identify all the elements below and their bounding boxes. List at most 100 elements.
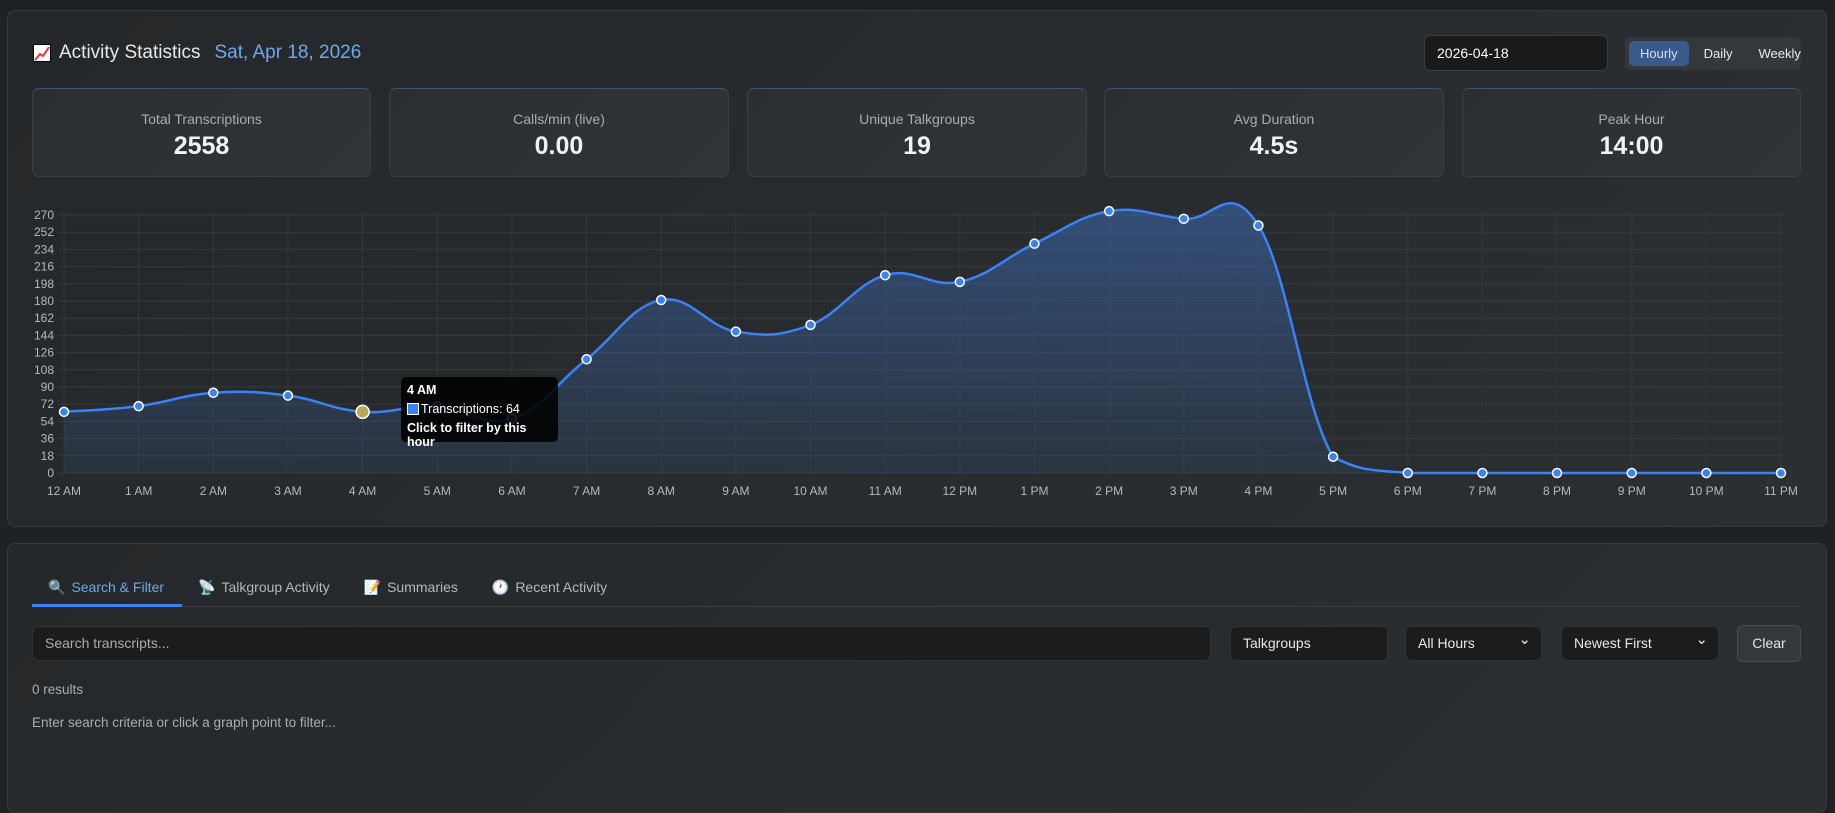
- stat-card-peak: Peak Hour 14:00: [1462, 88, 1801, 177]
- x-tick-label: 2 PM: [1095, 484, 1123, 498]
- x-tick-label: 7 PM: [1468, 484, 1496, 498]
- page-title: Activity Statistics Sat, Apr 18, 2026: [33, 42, 361, 64]
- view-toggle: Hourly Daily Weekly: [1625, 37, 1801, 70]
- data-point[interactable]: [879, 269, 891, 281]
- x-tick-label: 5 AM: [424, 484, 451, 498]
- x-tick-label: 9 PM: [1618, 484, 1646, 498]
- chart-tooltip: 4 AM Transcriptions: 64 Click to filter …: [401, 377, 558, 449]
- stat-value: 0.00: [534, 132, 584, 160]
- search-input[interactable]: Search transcripts...: [32, 626, 1211, 661]
- stat-card-duration: Avg Duration 4.5s: [1104, 88, 1444, 177]
- tab-summaries[interactable]: 📝 Summaries: [348, 575, 476, 607]
- view-daily-button[interactable]: Daily: [1693, 41, 1744, 66]
- data-point[interactable]: [1701, 467, 1712, 479]
- data-point[interactable]: [1103, 205, 1115, 217]
- x-tick-label: 8 PM: [1543, 484, 1571, 498]
- y-tick-label: 270: [34, 208, 54, 222]
- results-count: 0 results: [32, 682, 84, 697]
- stat-card-total: Total Transcriptions 2558: [32, 88, 371, 177]
- y-tick-label: 90: [41, 380, 55, 394]
- y-tick-label: 36: [41, 432, 55, 446]
- selected-date-label: Sat, Apr 18, 2026: [214, 42, 362, 63]
- date-input[interactable]: 2026-04-18: [1424, 35, 1608, 71]
- tab-bar: 🔍 Search & Filter 📡 Talkgroup Activity 📝 Su…: [32, 575, 1801, 607]
- y-tick-label: 144: [34, 328, 54, 342]
- y-tick-label: 180: [34, 294, 54, 308]
- data-point[interactable]: [1626, 467, 1637, 479]
- x-tick-label: 3 AM: [274, 484, 301, 498]
- x-tick-label: 9 AM: [722, 484, 749, 498]
- y-tick-label: 72: [41, 397, 55, 411]
- y-tick-label: 18: [41, 449, 55, 463]
- sort-select[interactable]: Newest First: [1561, 623, 1719, 661]
- x-tick-label: 12 AM: [47, 484, 81, 498]
- tab-search-filter[interactable]: 🔍 Search & Filter: [32, 575, 183, 607]
- hours-select-value: All Hours: [1418, 635, 1475, 651]
- stat-label: Total Transcriptions: [141, 111, 262, 127]
- title-text: Activity Statistics: [59, 42, 201, 63]
- y-tick-label: 0: [47, 466, 54, 480]
- data-point[interactable]: [1551, 467, 1563, 479]
- data-point[interactable]: [581, 354, 592, 365]
- tab-label: Talkgroup Activity: [221, 579, 330, 595]
- data-point[interactable]: [208, 387, 219, 398]
- data-point[interactable]: [655, 294, 667, 306]
- stat-value: 2558: [173, 132, 230, 160]
- x-tick-label: 4 AM: [349, 484, 376, 498]
- clear-button[interactable]: Clear: [1737, 625, 1801, 662]
- tooltip-value: Transcriptions: 64: [421, 402, 520, 416]
- stat-label: Calls/min (live): [513, 111, 605, 127]
- x-tick-label: 11 AM: [869, 484, 902, 498]
- series-area: [64, 203, 1781, 473]
- data-point[interactable]: [282, 390, 294, 401]
- tab-label: Recent Activity: [515, 579, 608, 595]
- x-tick-label: 3 PM: [1170, 484, 1198, 498]
- talkgroups-input[interactable]: Talkgroups: [1230, 626, 1388, 661]
- y-tick-label: 162: [34, 311, 54, 325]
- y-tick-label: 234: [34, 242, 54, 256]
- data-point[interactable]: [133, 400, 144, 412]
- data-point[interactable]: [1775, 467, 1787, 479]
- x-tick-label: 1 AM: [125, 484, 152, 498]
- chart-increasing-icon: [33, 44, 51, 62]
- y-tick-label: 216: [34, 260, 54, 274]
- x-tick-label: 5 PM: [1319, 484, 1347, 498]
- data-point[interactable]: [1253, 220, 1264, 231]
- tab-recent-activity[interactable]: 🕐 Recent Activity: [476, 575, 625, 607]
- y-tick-label: 252: [34, 225, 54, 239]
- view-weekly-button[interactable]: Weekly: [1747, 41, 1811, 66]
- tooltip-title: 4 AM: [407, 383, 437, 397]
- stat-value: 19: [903, 132, 931, 160]
- stat-card-talkgroups: Unique Talkgroups 19: [747, 88, 1087, 177]
- stat-value: 14:00: [1599, 132, 1664, 160]
- data-point[interactable]: [730, 326, 742, 337]
- x-tick-label: 4 PM: [1244, 484, 1272, 498]
- hourly-activity-chart[interactable]: 0 18 36 54 72 90 108 126 144 162 180 198 216 234 252 27…: [0, 195, 1835, 505]
- data-point[interactable]: [1029, 238, 1040, 249]
- stat-label: Avg Duration: [1233, 111, 1315, 127]
- x-tick-label: 2 AM: [200, 484, 227, 498]
- tab-talkgroup-activity[interactable]: 📡 Talkgroup Activity: [182, 575, 348, 607]
- x-tick-label: 1 PM: [1020, 484, 1048, 498]
- memo-icon: 📝: [363, 579, 382, 595]
- data-point[interactable]: [355, 404, 370, 420]
- data-point[interactable]: [1327, 451, 1339, 463]
- hours-select[interactable]: All Hours: [1405, 623, 1542, 661]
- stat-value: 4.5s: [1249, 132, 1299, 160]
- magnifier-icon: 🔍: [48, 579, 66, 595]
- data-point[interactable]: [1402, 467, 1413, 479]
- tooltip-footer: Click to filter by this hour: [407, 421, 527, 449]
- y-tick-label: 126: [34, 346, 54, 360]
- y-tick-label: 108: [34, 363, 54, 377]
- data-point[interactable]: [805, 319, 816, 331]
- view-hourly-button[interactable]: Hourly: [1629, 41, 1689, 66]
- data-point[interactable]: [1477, 467, 1488, 479]
- data-point[interactable]: [1178, 213, 1190, 225]
- x-tick-label: 12 PM: [942, 484, 977, 498]
- x-tick-label: 7 AM: [573, 484, 600, 498]
- stat-card-calls: Calls/min (live) 0.00: [389, 88, 729, 177]
- data-point[interactable]: [58, 406, 70, 418]
- x-tick-label: 6 PM: [1394, 484, 1422, 498]
- data-point[interactable]: [954, 276, 966, 288]
- results-hint: Enter search criteria or click a graph p…: [32, 715, 336, 730]
